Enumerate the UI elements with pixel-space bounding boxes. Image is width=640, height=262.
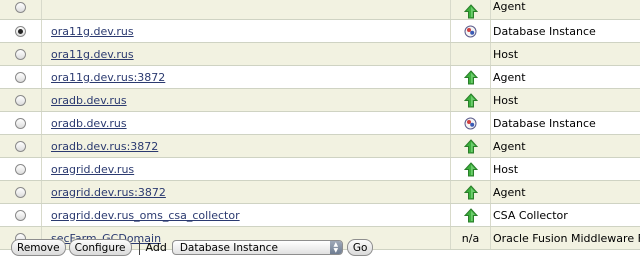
name-cell: oradb.dev.rus: [42, 89, 450, 111]
name-cell: ora11g.dev.rus: [42, 43, 450, 65]
go-button[interactable]: Go: [346, 239, 374, 256]
toolbar-separator: [138, 240, 140, 255]
status-cell: [450, 112, 491, 134]
select-cell: [0, 181, 42, 203]
table-row: ora11g.dev.rus Host: [0, 43, 640, 66]
add-target-type-select[interactable]: Database Instance ▲ ▼: [171, 240, 343, 255]
target-name-link[interactable]: oradb.dev.rus: [51, 94, 127, 107]
status-cell: [450, 181, 491, 203]
targets-table: Agent ora11g.dev.rus Database Instance ora1…: [0, 0, 640, 250]
green-up-arrow-icon: [463, 161, 478, 177]
table-toolbar: Remove Configure Add Database Instance ▲…: [0, 233, 640, 262]
name-cell: ora11g.dev.rus: [42, 20, 450, 42]
green-up-arrow-icon: [463, 184, 478, 200]
row-select-radio[interactable]: [15, 48, 26, 60]
target-name-link[interactable]: oragrid.dev.rus_oms_csa_collector: [51, 209, 240, 222]
target-name-link[interactable]: oragrid.dev.rus: [51, 163, 134, 176]
target-type-cell: Host: [493, 162, 519, 176]
row-select-radio[interactable]: [15, 2, 26, 13]
configure-button[interactable]: Configure: [68, 239, 132, 256]
row-select-radio[interactable]: [15, 186, 26, 198]
select-cell: [0, 158, 42, 180]
row-select-radio[interactable]: [15, 163, 26, 175]
table-row: oragrid.dev.rus:3872 Agent: [0, 181, 640, 204]
status-cell: [450, 204, 491, 226]
select-cell: [0, 20, 42, 42]
row-select-radio[interactable]: [15, 71, 26, 83]
name-cell: [42, 0, 450, 19]
table-row: Agent: [0, 0, 640, 20]
add-label: Add: [145, 241, 167, 254]
remove-button[interactable]: Remove: [11, 239, 66, 256]
table-row: oragrid.dev.rus_oms_csa_collector CSA Col…: [0, 204, 640, 227]
name-cell: oragrid.dev.rus_oms_csa_collector: [42, 204, 450, 226]
target-type-cell: Agent: [493, 185, 526, 199]
table-row: oradb.dev.rus Database Instance: [0, 112, 640, 135]
row-select-radio[interactable]: [15, 117, 26, 129]
select-cell: [0, 204, 42, 226]
row-select-radio[interactable]: [15, 209, 26, 221]
status-pending-icon: [464, 25, 477, 38]
target-type-cell: Database Instance: [493, 24, 596, 38]
add-select-value: Database Instance: [179, 241, 278, 254]
green-up-arrow-icon: [463, 4, 478, 19]
target-name-link[interactable]: ora11g.dev.rus: [51, 25, 134, 38]
name-cell: ora11g.dev.rus:3872: [42, 66, 450, 88]
status-cell: [450, 89, 491, 111]
table-row: ora11g.dev.rus Database Instance: [0, 20, 640, 43]
status-cell: [450, 158, 491, 180]
select-arrows-icon: ▲ ▼: [329, 241, 342, 254]
target-type-cell: Host: [493, 47, 519, 61]
row-select-radio[interactable]: [15, 25, 26, 37]
select-cell: [0, 112, 42, 134]
target-name-link[interactable]: oradb.dev.rus: [51, 117, 127, 130]
green-up-arrow-icon: [463, 92, 478, 108]
table-row: oradb.dev.rus Host: [0, 89, 640, 112]
name-cell: oradb.dev.rus:3872: [42, 135, 450, 157]
target-type-cell: Agent: [493, 139, 526, 153]
target-name-link[interactable]: oradb.dev.rus:3872: [51, 140, 158, 153]
target-name-link[interactable]: ora11g.dev.rus: [51, 48, 134, 61]
status-cell: [450, 0, 491, 19]
select-cell: [0, 66, 42, 88]
target-name-link[interactable]: oragrid.dev.rus:3872: [51, 186, 166, 199]
name-cell: oragrid.dev.rus: [42, 158, 450, 180]
select-cell: [0, 135, 42, 157]
target-type-cell: Database Instance: [493, 116, 596, 130]
select-cell: [0, 89, 42, 111]
table-row: ora11g.dev.rus:3872 Agent: [0, 66, 640, 89]
row-select-radio[interactable]: [15, 94, 26, 106]
target-type-cell: CSA Collector: [493, 208, 568, 222]
status-cell: [450, 135, 491, 157]
green-up-arrow-icon: [463, 138, 478, 154]
select-cell: [0, 0, 42, 19]
status-cell: [450, 20, 491, 42]
table-row: oradb.dev.rus:3872 Agent: [0, 135, 640, 158]
target-type-cell: Agent: [493, 0, 526, 13]
table-row: oragrid.dev.rus Host: [0, 158, 640, 181]
status-pending-icon: [464, 117, 477, 130]
row-select-radio[interactable]: [15, 140, 26, 152]
target-type-cell: Host: [493, 93, 519, 107]
status-cell: [450, 43, 491, 65]
target-type-cell: Agent: [493, 70, 526, 84]
name-cell: oradb.dev.rus: [42, 112, 450, 134]
name-cell: oragrid.dev.rus:3872: [42, 181, 450, 203]
select-cell: [0, 43, 42, 65]
status-cell: [450, 66, 491, 88]
green-up-arrow-icon: [463, 207, 478, 223]
green-up-arrow-icon: [463, 69, 478, 85]
target-name-link[interactable]: ora11g.dev.rus:3872: [51, 71, 165, 84]
